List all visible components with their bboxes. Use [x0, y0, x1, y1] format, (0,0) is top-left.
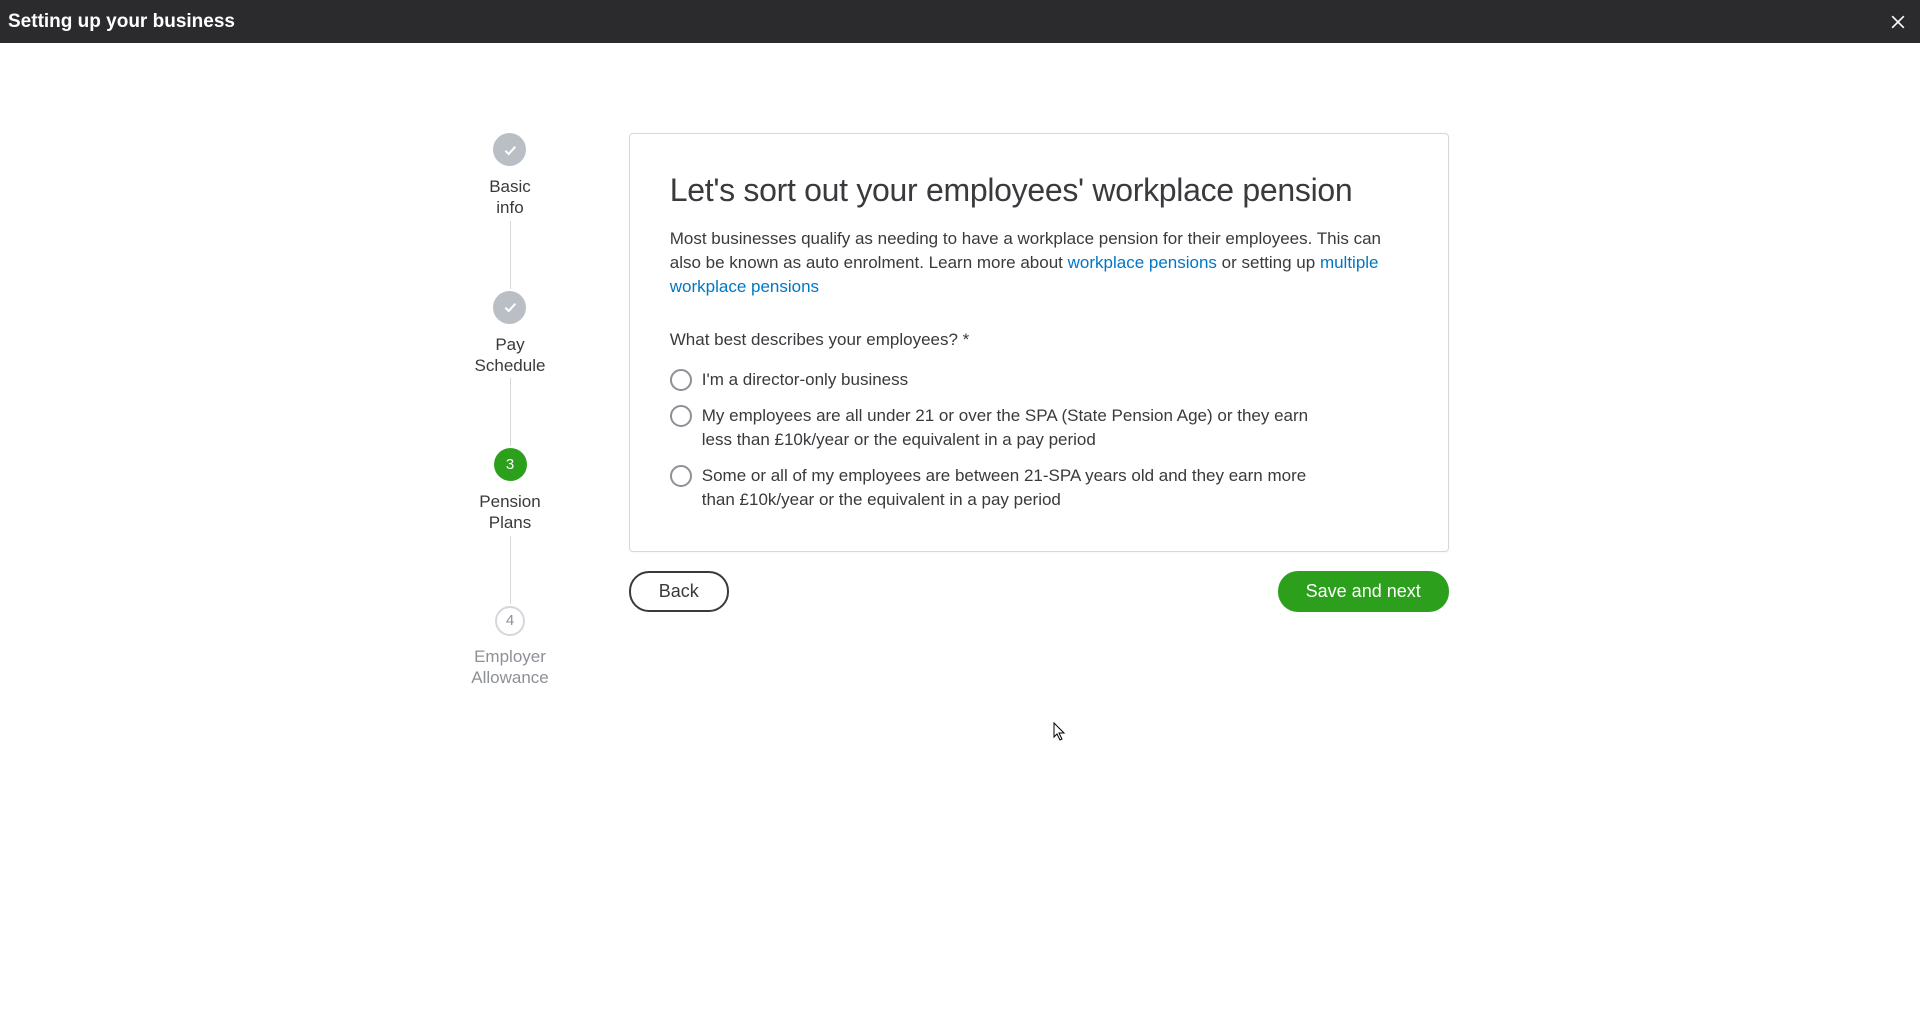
save-next-button[interactable]: Save and next	[1278, 571, 1449, 612]
step-label: Basic info	[489, 176, 531, 219]
step-connector	[510, 221, 511, 289]
step-label: Employer Allowance	[471, 646, 549, 689]
cursor-icon	[1050, 722, 1068, 744]
radio-option-director-only[interactable]: I'm a director-only business	[670, 368, 1408, 392]
radio-icon	[670, 465, 692, 487]
modal-header: Setting up your business	[0, 0, 1920, 43]
step-connector	[510, 378, 511, 446]
step-label: Pay Schedule	[475, 334, 546, 377]
step-basic-info: Basic info	[489, 133, 531, 219]
close-button[interactable]	[1884, 8, 1912, 36]
button-row: Back Save and next	[629, 571, 1449, 612]
step-pension-plans: 3 Pension Plans	[479, 448, 540, 534]
radio-label: I'm a director-only business	[702, 368, 908, 392]
pension-card: Let's sort out your employees' workplace…	[629, 133, 1449, 552]
step-circle-active: 3	[494, 448, 527, 481]
radio-group: I'm a director-only business My employee…	[670, 368, 1408, 511]
radio-icon	[670, 369, 692, 391]
step-employer-allowance: 4 Employer Allowance	[471, 606, 549, 689]
back-button[interactable]: Back	[629, 571, 729, 612]
step-pay-schedule: Pay Schedule	[475, 291, 546, 377]
card-description: Most businesses qualify as needing to ha…	[670, 227, 1408, 298]
step-circle-completed	[493, 291, 526, 324]
check-icon	[502, 299, 518, 315]
modal-title: Setting up your business	[8, 11, 235, 33]
radio-option-between-21-spa[interactable]: Some or all of my employees are between …	[670, 464, 1408, 512]
radio-label: Some or all of my employees are between …	[702, 464, 1322, 512]
step-label: Pension Plans	[479, 491, 540, 534]
check-icon	[502, 142, 518, 158]
step-circle-incomplete: 4	[495, 606, 525, 636]
question-label: What best describes your employees? *	[670, 330, 1408, 350]
workplace-pensions-link[interactable]: workplace pensions	[1068, 253, 1217, 272]
radio-label: My employees are all under 21 or over th…	[702, 404, 1322, 452]
radio-option-under-21-over-spa[interactable]: My employees are all under 21 or over th…	[670, 404, 1408, 452]
card-title: Let's sort out your employees' workplace…	[670, 172, 1408, 209]
progress-stepper: Basic info Pay Schedule 3 Pension	[471, 133, 549, 688]
step-connector	[510, 536, 511, 604]
close-icon	[1888, 12, 1908, 32]
radio-icon	[670, 405, 692, 427]
main-content: Let's sort out your employees' workplace…	[629, 133, 1449, 688]
step-circle-completed	[493, 133, 526, 166]
content-area: Basic info Pay Schedule 3 Pension	[0, 43, 1920, 688]
